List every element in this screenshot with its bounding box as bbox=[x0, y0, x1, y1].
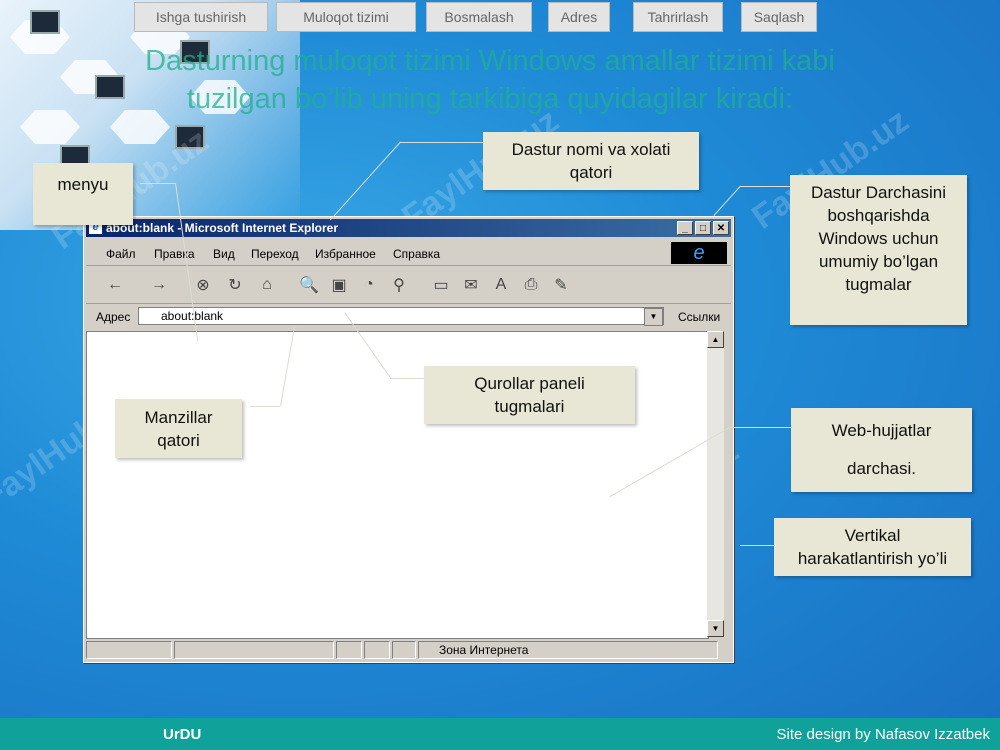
callout-vertikal: Vertikal harakatlantirish yo’li bbox=[774, 518, 971, 576]
callout-line bbox=[250, 406, 280, 407]
menu-edit[interactable]: Правка bbox=[154, 247, 195, 261]
menu-file[interactable]: Файл bbox=[106, 247, 136, 261]
callout-text: darchasi. bbox=[847, 459, 916, 478]
status-zone: Зона Интернета bbox=[418, 641, 718, 659]
callout-line bbox=[400, 142, 485, 143]
status-cell bbox=[174, 641, 334, 659]
callout-line bbox=[140, 183, 175, 184]
callout-text: Qurollar paneli bbox=[474, 374, 585, 393]
callout-line bbox=[329, 141, 401, 221]
slide-title-line1: Dasturning muloqot tizimi Windows amalla… bbox=[145, 45, 835, 77]
footer-credit-text: Site design by Nafasov Izzatbek bbox=[776, 726, 990, 743]
address-dropdown-button[interactable]: ▼ bbox=[644, 308, 663, 326]
callout-manzillar-qatori: Manzillar qatori bbox=[115, 399, 242, 458]
slide-title-line2: tuzilgan bo’lib uning tarkibiga quyidagi… bbox=[186, 83, 794, 115]
links-label[interactable]: Ссылки bbox=[678, 310, 720, 324]
nav-ishga-tushirish-button[interactable]: Ishga tushirish bbox=[134, 2, 268, 32]
minimize-button[interactable]: _ bbox=[677, 221, 693, 235]
status-cell bbox=[336, 641, 362, 659]
ie-status-bar: Зона Интернета bbox=[86, 640, 731, 660]
callout-line bbox=[740, 545, 775, 546]
font-icon[interactable]: A bbox=[490, 275, 512, 295]
callout-line bbox=[713, 185, 741, 217]
address-input[interactable]: about:blank bbox=[138, 307, 664, 325]
ie-logo-icon: e bbox=[671, 242, 727, 264]
edit-icon[interactable]: ✎ bbox=[550, 275, 572, 295]
menu-favorites[interactable]: Избранное bbox=[315, 247, 376, 261]
favorites-icon[interactable]: ▣ bbox=[328, 275, 350, 295]
menu-help[interactable]: Справка bbox=[393, 247, 440, 261]
ie-toolbar: ← → ⊗ ↻ ⌂ 🔍 ▣ ◔ ⚲ ▭ ✉ A ⎙ ✎ bbox=[86, 267, 731, 304]
nav-adres-button[interactable]: Adres bbox=[548, 2, 610, 32]
callout-text: tugmalari bbox=[494, 397, 565, 416]
status-cell bbox=[86, 641, 172, 659]
ie-address-bar: Адрес about:blank ▼ Ссылки bbox=[86, 305, 731, 329]
callout-darcha-tugmalar: Dastur Darchasini boshqarishda Windows u… bbox=[790, 175, 967, 325]
computer-icon bbox=[30, 10, 60, 34]
mail-icon[interactable]: ✉ bbox=[460, 275, 482, 295]
callout-text: Web-hujjatlar bbox=[831, 421, 932, 440]
callout-text: Vertikal bbox=[844, 526, 901, 545]
callout-line bbox=[730, 427, 792, 428]
callout-text: Dastur nomi va xolati bbox=[511, 140, 671, 159]
callout-text: harakatlantirish yo’li bbox=[797, 549, 948, 568]
callout-text: Windows uchun bbox=[818, 229, 939, 248]
back-icon[interactable]: ← bbox=[104, 275, 126, 295]
callout-line bbox=[390, 378, 425, 379]
callout-line bbox=[740, 186, 790, 187]
nav-muloqot-tizimi-button[interactable]: Muloqot tizimi bbox=[276, 2, 416, 32]
nav-bosmalash-button[interactable]: Bosmalash bbox=[426, 2, 532, 32]
callout-text: Dastur Darchasini bbox=[810, 183, 947, 202]
forward-icon[interactable]: → bbox=[148, 275, 170, 295]
maximize-button[interactable]: □ bbox=[695, 221, 711, 235]
search-icon[interactable]: 🔍 bbox=[298, 275, 320, 295]
status-cell bbox=[364, 641, 390, 659]
callout-dastur-nomi: Dastur nomi va xolati qatori bbox=[483, 132, 699, 190]
fullscreen-icon[interactable]: ▭ bbox=[430, 275, 452, 295]
ie-window-title: about:blank - Microsoft Internet Explore… bbox=[106, 221, 339, 235]
print-icon[interactable]: ⎙ bbox=[520, 275, 542, 295]
status-cell bbox=[392, 641, 416, 659]
slide-title: Dasturning muloqot tizimi Windows amalla… bbox=[60, 42, 920, 118]
stop-icon[interactable]: ⊗ bbox=[192, 275, 214, 295]
vertical-scrollbar[interactable]: ▲ ▼ bbox=[707, 331, 724, 637]
menu-go[interactable]: Переход bbox=[251, 247, 299, 261]
callout-text: boshqarishda bbox=[827, 206, 930, 225]
callout-text: qatori bbox=[157, 430, 200, 450]
callout-text: qatori bbox=[569, 163, 613, 182]
nav-tahrirlash-button[interactable]: Tahrirlash bbox=[633, 2, 723, 32]
callout-menyu-text: menyu bbox=[57, 175, 109, 194]
footer-left-text: UrDU bbox=[163, 726, 202, 743]
refresh-icon[interactable]: ↻ bbox=[224, 275, 246, 295]
channels-icon[interactable]: ⚲ bbox=[388, 275, 410, 295]
history-icon[interactable]: ◔ bbox=[358, 275, 380, 295]
callout-qurollar-paneli: Qurollar paneli tugmalari bbox=[424, 366, 635, 424]
footer-bar: UrDU Site design by Nafasov Izzatbek bbox=[0, 718, 1000, 750]
close-button[interactable]: ✕ bbox=[713, 221, 729, 235]
callout-menyu: menyu bbox=[33, 163, 133, 225]
callout-text: Manzillar bbox=[144, 407, 213, 427]
callout-text: tugmalar bbox=[845, 275, 912, 294]
address-label: Адрес bbox=[96, 310, 131, 324]
callout-web-hujjatlar: Web-hujjatlar darchasi. bbox=[791, 408, 972, 492]
nav-saqlash-button[interactable]: Saqlash bbox=[741, 2, 817, 32]
home-icon[interactable]: ⌂ bbox=[256, 275, 278, 295]
scroll-up-button[interactable]: ▲ bbox=[707, 331, 724, 348]
callout-text: umumiy bo’lgan bbox=[818, 252, 939, 271]
scroll-down-button[interactable]: ▼ bbox=[707, 620, 724, 637]
menu-view[interactable]: Вид bbox=[213, 247, 235, 261]
